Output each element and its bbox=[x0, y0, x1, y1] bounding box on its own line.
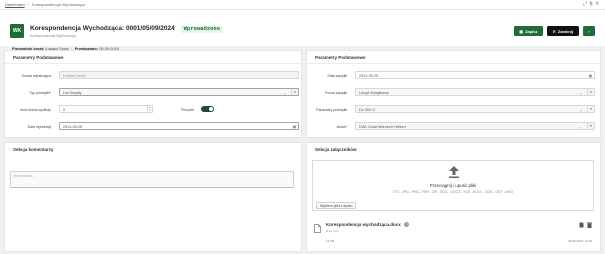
close-button[interactable]: ✕ Zamknij bbox=[546, 26, 579, 36]
weight-value: Do 500 G bbox=[359, 107, 376, 112]
attachment-name-text: Korespondencja wychodząca.docx bbox=[326, 222, 401, 227]
comments-panel: Sekcja komentarzy bbox=[4, 142, 302, 252]
form-label: Forma wysyłki bbox=[324, 91, 347, 95]
chevron-down-icon[interactable]: ▾ bbox=[587, 123, 594, 129]
download-icon[interactable] bbox=[579, 222, 584, 228]
info-icon[interactable]: i bbox=[404, 222, 410, 228]
calendar-icon[interactable]: ▦ bbox=[293, 125, 296, 129]
dropzone-title: Przeciągnij i upuść pliki bbox=[429, 183, 477, 188]
close-icon: ✕ bbox=[552, 28, 556, 34]
top-bar-icons: ⤢⇅✕ bbox=[583, 1, 601, 7]
type-label: Typ przesyłki* bbox=[29, 91, 51, 95]
divider bbox=[5, 63, 301, 64]
page-header: WK Korespondencja Wychodząca: 0001/05/09… bbox=[0, 10, 605, 51]
reg-date-label: Data rejestracji bbox=[27, 125, 51, 129]
priority-label: Priorytet bbox=[180, 108, 194, 112]
save-icon: ▣ bbox=[519, 28, 524, 34]
form-select[interactable]: Urząd Wysyłkowy × ▾ bbox=[355, 88, 595, 96]
page-title: Korespondencja Wychodząca: 0001/05/09/20… bbox=[30, 25, 224, 33]
form-value: Urząd Wysyłkowy bbox=[359, 90, 389, 95]
panel-title: Parametry Podstawowe bbox=[315, 55, 366, 60]
sheets-value: 0 bbox=[63, 107, 66, 112]
send-date-input[interactable]: 2024-09-05 ▦ bbox=[355, 71, 595, 79]
more-button[interactable]: ▪ bbox=[583, 26, 595, 36]
save-button-label: Zapisz bbox=[525, 28, 538, 34]
clear-icon[interactable]: × bbox=[284, 91, 286, 96]
clear-icon[interactable]: × bbox=[580, 108, 582, 113]
priority-toggle[interactable] bbox=[201, 106, 214, 112]
chevron-down-icon[interactable]: ▾ bbox=[587, 106, 594, 112]
page-subtitle: Korespondencja Wychodząca bbox=[30, 34, 77, 38]
breadcrumb-current: Korespondencja Wychodząca bbox=[31, 2, 85, 7]
send-date-value: 2024-09-05 bbox=[359, 73, 379, 78]
registrant-value: Łukasz Szulc bbox=[63, 73, 86, 78]
sheets-label: Ilość liczba wydłuży bbox=[20, 108, 51, 112]
chevron-down-icon[interactable]: ▾ bbox=[291, 89, 298, 95]
page-title-text: Korespondencja Wychodząca: 0001/05/09/20… bbox=[30, 25, 175, 32]
clear-icon[interactable]: × bbox=[580, 125, 582, 130]
file-icon bbox=[314, 224, 321, 233]
attachment-actions bbox=[579, 222, 592, 228]
close-button-label: Zamknij bbox=[557, 28, 573, 34]
attachment-date: 05.09.2024, 11:29 bbox=[568, 239, 592, 243]
panel-title: Sekcja załączników bbox=[315, 147, 357, 152]
type-value: List Zwykły bbox=[63, 90, 82, 95]
top-bar: Dashboard / Korespondencja Wychodząca ⤢⇅… bbox=[0, 0, 605, 10]
divider bbox=[307, 63, 600, 64]
status-badge: Wprowadzono bbox=[180, 25, 224, 33]
app-logo: WK bbox=[10, 24, 24, 38]
attachment-description: Brak opis bbox=[326, 229, 339, 233]
reg-date-input[interactable]: 2024-09-05 ▦ bbox=[59, 122, 299, 130]
attachment-name: Korespondencja wychodząca.docx i bbox=[326, 222, 410, 228]
breadcrumb-separator: / bbox=[27, 2, 29, 7]
comment-placeholder: Komentarz... bbox=[14, 174, 36, 178]
menu-icon: ▪ bbox=[588, 28, 590, 34]
weight-label: Parametry przesyłki bbox=[316, 108, 347, 112]
header-actions: ▣ Zapisz ✕ Zamknij ▪ bbox=[514, 26, 595, 36]
sender-label: Jedna* bbox=[336, 125, 347, 129]
calendar-icon[interactable]: ▦ bbox=[589, 74, 592, 78]
close-icon[interactable]: ✕ bbox=[595, 1, 601, 7]
attachment-item[interactable]: Korespondencja wychodząca.docx i Brak op… bbox=[312, 218, 594, 245]
upload-icon bbox=[449, 166, 459, 178]
send-date-label: Data wysyłki bbox=[327, 74, 347, 78]
basic-params-left-panel: Parametry Podstawowe Osoba rejestrująca … bbox=[4, 50, 302, 138]
basic-params-right-panel: Parametry Podstawowe Data wysyłki 2024-0… bbox=[306, 50, 601, 138]
breadcrumb-dashboard-link[interactable]: Dashboard bbox=[5, 2, 25, 7]
weight-select[interactable]: Do 500 G × ▾ bbox=[355, 105, 595, 113]
clear-icon[interactable]: × bbox=[580, 91, 582, 96]
dropzone-file-types: TXT, .JPG, .PNG, .PDF, .ZIP, .DOC, .DOCX… bbox=[392, 190, 514, 194]
sender-select[interactable]: DWL Dział Wdrożeń Hikium × ▾ bbox=[355, 122, 595, 130]
trash-icon[interactable] bbox=[587, 222, 592, 228]
attachment-size: 14 KB bbox=[326, 239, 335, 243]
comment-input[interactable]: Komentarz... bbox=[10, 171, 294, 188]
pick-files-button[interactable]: Wybierz pliki z dysku bbox=[316, 202, 357, 209]
save-button[interactable]: ▣ Zapisz bbox=[514, 26, 543, 36]
panel-title: Parametry Podstawowe bbox=[13, 55, 64, 60]
sender-value: DWL Dział Wdrożeń Hikium bbox=[359, 124, 406, 129]
reg-date-value: 2024-09-05 bbox=[63, 124, 83, 129]
type-select[interactable]: List Zwykły × ▾ bbox=[59, 88, 299, 96]
registrant-label: Osoba rejestrująca bbox=[21, 74, 51, 78]
chevron-down-icon[interactable]: ▾ bbox=[587, 89, 594, 95]
sheets-input[interactable]: 0 ▲ ▼ bbox=[59, 105, 153, 113]
file-dropzone[interactable]: Przeciągnij i upuść pliki TXT, .JPG, .PN… bbox=[312, 160, 594, 211]
stepper-icon[interactable]: ▲ ▼ bbox=[147, 106, 152, 112]
registrant-field: Łukasz Szulc bbox=[59, 71, 299, 79]
panel-title: Sekcja komentarzy bbox=[13, 147, 54, 152]
attachments-panel: Sekcja załączników Przeciągnij i upuść p… bbox=[306, 142, 601, 252]
breadcrumb: Dashboard / Korespondencja Wychodząca bbox=[5, 2, 85, 7]
